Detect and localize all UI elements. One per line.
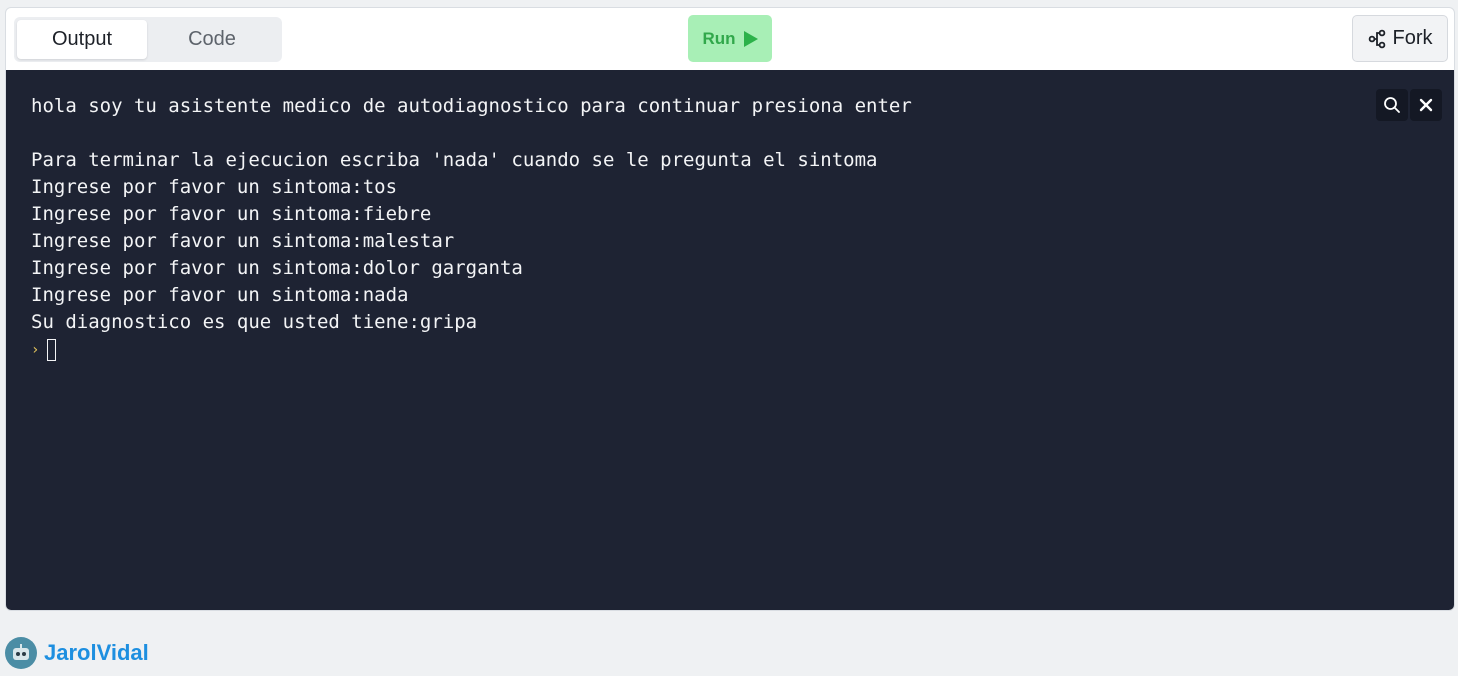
fork-icon xyxy=(1368,29,1385,48)
tab-output[interactable]: Output xyxy=(17,20,147,59)
console-search-button[interactable] xyxy=(1376,89,1408,121)
author-footer: JarolVidal xyxy=(5,637,149,669)
fork-button-label: Fork xyxy=(1392,27,1433,49)
console-output[interactable]: hola soy tu asistente medico de autodiag… xyxy=(6,70,1454,610)
robot-avatar-icon xyxy=(13,644,29,660)
tab-code[interactable]: Code xyxy=(147,20,277,59)
play-icon xyxy=(743,30,758,47)
avatar[interactable] xyxy=(5,637,37,669)
view-tabs: Output Code xyxy=(14,17,282,62)
prompt-arrow-icon: › xyxy=(31,341,40,358)
run-button-label: Run xyxy=(702,28,736,48)
console-line: Ingrese por favor un sintoma:dolor garga… xyxy=(31,257,523,279)
console-line: Para terminar la ejecucion escriba 'nada… xyxy=(31,149,878,171)
console-line: Ingrese por favor un sintoma:tos xyxy=(31,176,398,198)
console-prompt[interactable]: › xyxy=(31,336,1430,363)
console-line: Ingrese por favor un sintoma:fiebre xyxy=(31,203,432,225)
console-tools xyxy=(1376,89,1442,121)
console-line: Ingrese por favor un sintoma:malestar xyxy=(31,230,455,252)
console-line: Ingrese por favor un sintoma:nada xyxy=(31,284,409,306)
run-button[interactable]: Run xyxy=(688,15,772,62)
console-line: Su diagnostico es que usted tiene:gripa xyxy=(31,311,478,333)
toolbar: Output Code Run Fork xyxy=(6,8,1454,70)
repl-embed-frame: Output Code Run Fork hola soy tu asisten… xyxy=(5,7,1455,611)
search-icon xyxy=(1384,97,1400,113)
close-icon xyxy=(1419,98,1433,112)
console-close-button[interactable] xyxy=(1410,89,1442,121)
author-username-link[interactable]: JarolVidal xyxy=(44,640,149,666)
fork-button[interactable]: Fork xyxy=(1352,15,1448,62)
console-line: hola soy tu asistente medico de autodiag… xyxy=(31,95,912,117)
text-cursor xyxy=(47,338,57,361)
